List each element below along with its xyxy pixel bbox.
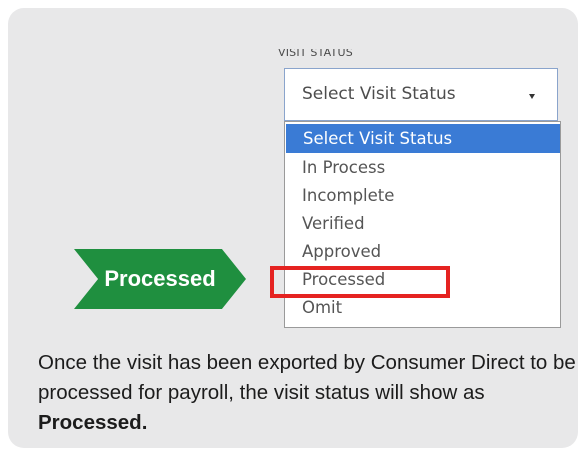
caption-text: Once the visit has been exported by Cons… bbox=[38, 351, 576, 404]
instruction-caption: Once the visit has been exported by Cons… bbox=[38, 348, 583, 438]
option-omit[interactable]: Omit bbox=[285, 294, 560, 322]
processed-highlight-box bbox=[270, 266, 450, 298]
option-in-process[interactable]: In Process bbox=[285, 154, 560, 182]
select-current-value: Select Visit Status bbox=[302, 84, 456, 104]
option-approved[interactable]: Approved bbox=[285, 238, 560, 266]
processed-callout-label: Processed bbox=[104, 266, 216, 291]
visit-status-select[interactable]: Select Visit Status bbox=[284, 68, 558, 121]
option-select-visit-status[interactable]: Select Visit Status bbox=[286, 124, 560, 153]
option-incomplete[interactable]: Incomplete bbox=[285, 182, 560, 210]
info-card: VISIT STATUS Select Visit Status Select … bbox=[8, 8, 578, 448]
caption-bold-status: Processed. bbox=[38, 411, 148, 434]
option-verified[interactable]: Verified bbox=[285, 210, 560, 238]
visit-status-label: VISIT STATUS bbox=[278, 46, 353, 59]
dropdown-arrow-icon bbox=[529, 94, 535, 99]
